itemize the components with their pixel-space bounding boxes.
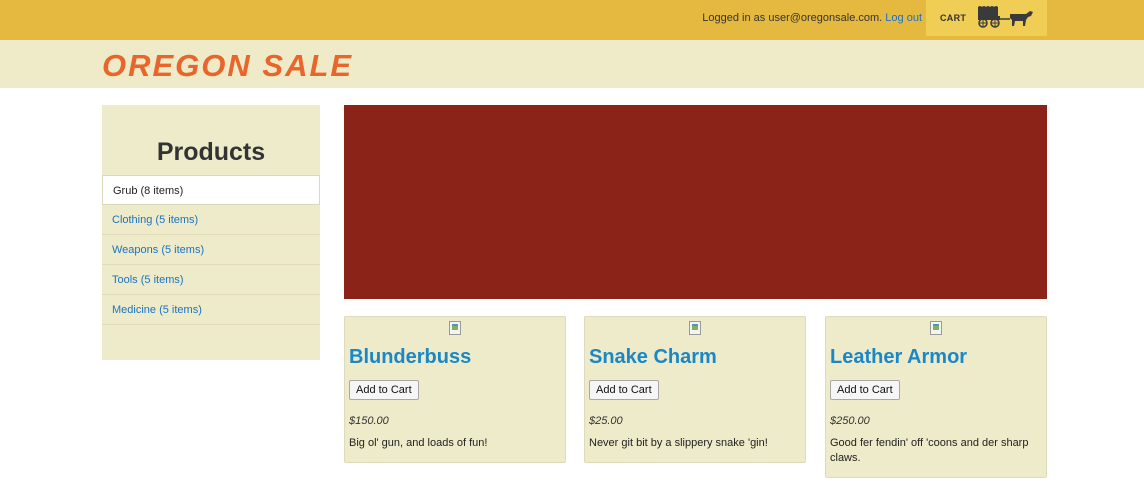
broken-image-icon: [930, 321, 942, 335]
category-item-tools[interactable]: Tools (5 items): [102, 265, 320, 295]
product-title[interactable]: Leather Armor: [830, 346, 1042, 369]
product-card: Leather Armor Add to Cart $250.00 Good f…: [825, 316, 1047, 478]
site-logo[interactable]: OREGON SALE: [102, 48, 353, 84]
covered-wagon-icon: [976, 4, 1034, 33]
category-item-medicine[interactable]: Medicine (5 items): [102, 295, 320, 325]
product-price: $250.00: [830, 415, 870, 427]
add-to-cart-button[interactable]: Add to Cart: [349, 380, 419, 400]
login-status: Logged in as user@oregonsale.com. Log ou…: [702, 12, 922, 24]
product-card: Blunderbuss Add to Cart $150.00 Big ol' …: [344, 316, 566, 463]
category-list: Grub (8 items) Clothing (5 items) Weapon…: [102, 175, 320, 325]
product-price: $25.00: [589, 415, 623, 427]
category-item-grub[interactable]: Grub (8 items): [102, 175, 320, 205]
cart-button[interactable]: CART: [926, 0, 1047, 36]
add-to-cart-button[interactable]: Add to Cart: [830, 380, 900, 400]
product-description: Never git bit by a slippery snake 'gin!: [589, 437, 768, 449]
category-item-weapons[interactable]: Weapons (5 items): [102, 235, 320, 265]
sidebar-title: Products: [156, 138, 266, 166]
broken-image-icon: [449, 321, 461, 335]
product-description: Good fer fendin' off 'coons and der shar…: [830, 437, 1029, 464]
logged-in-text: Logged in as user@oregonsale.com.: [702, 12, 883, 24]
hero-banner: [344, 105, 1047, 299]
add-to-cart-button[interactable]: Add to Cart: [589, 380, 659, 400]
logout-link[interactable]: Log out: [885, 12, 922, 24]
product-price: $150.00: [349, 415, 389, 427]
product-title[interactable]: Snake Charm: [589, 346, 801, 369]
product-card: Snake Charm Add to Cart $25.00 Never git…: [584, 316, 806, 463]
products-sidebar: Products Grub (8 items) Clothing (5 item…: [102, 105, 320, 360]
broken-image-icon: [689, 321, 701, 335]
category-item-clothing[interactable]: Clothing (5 items): [102, 205, 320, 235]
product-description: Big ol' gun, and loads of fun!: [349, 437, 488, 449]
product-title[interactable]: Blunderbuss: [349, 346, 561, 369]
cart-label: CART: [940, 13, 967, 23]
